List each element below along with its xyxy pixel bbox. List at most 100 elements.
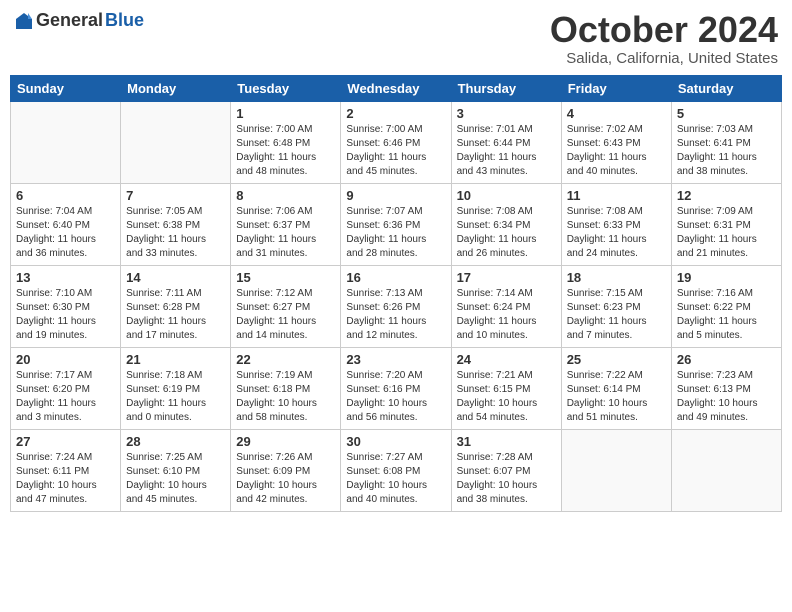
table-row: 22Sunrise: 7:19 AM Sunset: 6:18 PM Dayli…: [231, 347, 341, 429]
weekday-header-wednesday: Wednesday: [341, 75, 451, 101]
day-number: 18: [567, 270, 666, 285]
table-row: 9 Sunrise: 7:07 AM Sunset: 6:36 PM Daylig…: [341, 183, 451, 265]
location-text: Salida, California, United States: [550, 50, 778, 67]
table-row: 17Sunrise: 7:14 AM Sunset: 6:24 PM Dayli…: [451, 265, 561, 347]
table-row: 8 Sunrise: 7:06 AM Sunset: 6:37 PM Daylig…: [231, 183, 341, 265]
table-row: 19 Sunrise: 7:16 AM Sunset: 6:22 PM Dayli…: [671, 265, 781, 347]
day-info: Sunrise: 7:25 AM Sunset: 6:10 PM Dayligh…: [126, 451, 225, 507]
weekday-header-saturday: Saturday: [671, 75, 781, 101]
table-row: 10 Sunrise: 7:08 AM Sunset: 6:34 PM Dayli…: [451, 183, 561, 265]
day-info: Sunrise: 7:09 AM Sunset: 6:31 PM Dayligh…: [677, 205, 776, 261]
day-number: 9: [346, 188, 445, 203]
table-row: 25 Sunrise: 7:22 AM Sunset: 6:14 PM Dayli…: [561, 347, 671, 429]
table-row: 4 Sunrise: 7:02 AM Sunset: 6:43 PM Daylig…: [561, 101, 671, 183]
weekday-header-row: SundayMondayTuesdayWednesdayThursdayFrid…: [11, 75, 782, 101]
table-row: 26Sunrise: 7:23 AM Sunset: 6:13 PM Dayli…: [671, 347, 781, 429]
table-row: 30 Sunrise: 7:27 AM Sunset: 6:08 PM Dayli…: [341, 429, 451, 511]
day-number: 1: [236, 106, 335, 121]
calendar-row-1: 6 Sunrise: 7:04 AM Sunset: 6:40 PM Daylig…: [11, 183, 782, 265]
page-header: General Blue October 2024 Salida, Califo…: [10, 10, 782, 67]
day-info: Sunrise: 7:21 AM Sunset: 6:15 PM Dayligh…: [457, 369, 556, 425]
weekday-header-thursday: Thursday: [451, 75, 561, 101]
table-row: 21 Sunrise: 7:18 AM Sunset: 6:19 PM Dayli…: [121, 347, 231, 429]
weekday-header-sunday: Sunday: [11, 75, 121, 101]
table-row: 28Sunrise: 7:25 AM Sunset: 6:10 PM Dayli…: [121, 429, 231, 511]
day-info: Sunrise: 7:01 AM Sunset: 6:44 PM Dayligh…: [457, 123, 556, 179]
logo-blue-text: Blue: [105, 10, 144, 31]
table-row: 3 Sunrise: 7:01 AM Sunset: 6:44 PM Daylig…: [451, 101, 561, 183]
day-info: Sunrise: 7:08 AM Sunset: 6:34 PM Dayligh…: [457, 205, 556, 261]
day-number: 27: [16, 434, 115, 449]
day-info: Sunrise: 7:08 AM Sunset: 6:33 PM Dayligh…: [567, 205, 666, 261]
weekday-header-monday: Monday: [121, 75, 231, 101]
day-number: 6: [16, 188, 115, 203]
day-number: 5: [677, 106, 776, 121]
day-info: Sunrise: 7:28 AM Sunset: 6:07 PM Dayligh…: [457, 451, 556, 507]
day-number: 8: [236, 188, 335, 203]
table-row: 13 Sunrise: 7:10 AM Sunset: 6:30 PM Dayli…: [11, 265, 121, 347]
day-info: Sunrise: 7:05 AM Sunset: 6:38 PM Dayligh…: [126, 205, 225, 261]
day-info: Sunrise: 7:10 AM Sunset: 6:30 PM Dayligh…: [16, 287, 115, 343]
weekday-header-friday: Friday: [561, 75, 671, 101]
table-row: 11Sunrise: 7:08 AM Sunset: 6:33 PM Dayli…: [561, 183, 671, 265]
calendar-row-4: 27Sunrise: 7:24 AM Sunset: 6:11 PM Dayli…: [11, 429, 782, 511]
calendar-row-2: 13 Sunrise: 7:10 AM Sunset: 6:30 PM Dayli…: [11, 265, 782, 347]
day-info: Sunrise: 7:19 AM Sunset: 6:18 PM Dayligh…: [236, 369, 335, 425]
calendar-table: SundayMondayTuesdayWednesdayThursdayFrid…: [10, 75, 782, 512]
day-number: 4: [567, 106, 666, 121]
table-row: 15 Sunrise: 7:12 AM Sunset: 6:27 PM Dayli…: [231, 265, 341, 347]
title-section: October 2024 Salida, California, United …: [550, 10, 778, 67]
weekday-header-tuesday: Tuesday: [231, 75, 341, 101]
day-info: Sunrise: 7:07 AM Sunset: 6:36 PM Dayligh…: [346, 205, 445, 261]
day-info: Sunrise: 7:16 AM Sunset: 6:22 PM Dayligh…: [677, 287, 776, 343]
day-number: 12: [677, 188, 776, 203]
table-row: 18 Sunrise: 7:15 AM Sunset: 6:23 PM Dayli…: [561, 265, 671, 347]
day-number: 19: [677, 270, 776, 285]
table-row: 24 Sunrise: 7:21 AM Sunset: 6:15 PM Dayli…: [451, 347, 561, 429]
day-number: 17: [457, 270, 556, 285]
day-info: Sunrise: 7:20 AM Sunset: 6:16 PM Dayligh…: [346, 369, 445, 425]
day-number: 3: [457, 106, 556, 121]
day-info: Sunrise: 7:26 AM Sunset: 6:09 PM Dayligh…: [236, 451, 335, 507]
day-number: 2: [346, 106, 445, 121]
table-row: 1Sunrise: 7:00 AM Sunset: 6:48 PM Daylig…: [231, 101, 341, 183]
day-info: Sunrise: 7:02 AM Sunset: 6:43 PM Dayligh…: [567, 123, 666, 179]
table-row: [11, 101, 121, 183]
logo-general-text: General: [36, 10, 103, 31]
day-info: Sunrise: 7:06 AM Sunset: 6:37 PM Dayligh…: [236, 205, 335, 261]
day-info: Sunrise: 7:00 AM Sunset: 6:46 PM Dayligh…: [346, 123, 445, 179]
day-info: Sunrise: 7:27 AM Sunset: 6:08 PM Dayligh…: [346, 451, 445, 507]
logo-icon: [14, 11, 34, 31]
day-number: 13: [16, 270, 115, 285]
table-row: 27Sunrise: 7:24 AM Sunset: 6:11 PM Dayli…: [11, 429, 121, 511]
calendar-row-0: 1Sunrise: 7:00 AM Sunset: 6:48 PM Daylig…: [11, 101, 782, 183]
day-info: Sunrise: 7:11 AM Sunset: 6:28 PM Dayligh…: [126, 287, 225, 343]
day-number: 10: [457, 188, 556, 203]
day-info: Sunrise: 7:22 AM Sunset: 6:14 PM Dayligh…: [567, 369, 666, 425]
day-number: 29: [236, 434, 335, 449]
day-number: 24: [457, 352, 556, 367]
table-row: [121, 101, 231, 183]
table-row: [671, 429, 781, 511]
day-number: 21: [126, 352, 225, 367]
day-number: 7: [126, 188, 225, 203]
table-row: 2 Sunrise: 7:00 AM Sunset: 6:46 PM Daylig…: [341, 101, 451, 183]
day-info: Sunrise: 7:18 AM Sunset: 6:19 PM Dayligh…: [126, 369, 225, 425]
day-info: Sunrise: 7:13 AM Sunset: 6:26 PM Dayligh…: [346, 287, 445, 343]
logo: General Blue: [14, 10, 144, 31]
day-number: 14: [126, 270, 225, 285]
table-row: 29 Sunrise: 7:26 AM Sunset: 6:09 PM Dayli…: [231, 429, 341, 511]
day-info: Sunrise: 7:04 AM Sunset: 6:40 PM Dayligh…: [16, 205, 115, 261]
day-number: 20: [16, 352, 115, 367]
table-row: 31 Sunrise: 7:28 AM Sunset: 6:07 PM Dayli…: [451, 429, 561, 511]
day-info: Sunrise: 7:17 AM Sunset: 6:20 PM Dayligh…: [16, 369, 115, 425]
table-row: [561, 429, 671, 511]
calendar-row-3: 20 Sunrise: 7:17 AM Sunset: 6:20 PM Dayli…: [11, 347, 782, 429]
month-title: October 2024: [550, 10, 778, 50]
day-info: Sunrise: 7:12 AM Sunset: 6:27 PM Dayligh…: [236, 287, 335, 343]
day-number: 30: [346, 434, 445, 449]
day-info: Sunrise: 7:15 AM Sunset: 6:23 PM Dayligh…: [567, 287, 666, 343]
day-number: 15: [236, 270, 335, 285]
day-number: 31: [457, 434, 556, 449]
day-number: 25: [567, 352, 666, 367]
